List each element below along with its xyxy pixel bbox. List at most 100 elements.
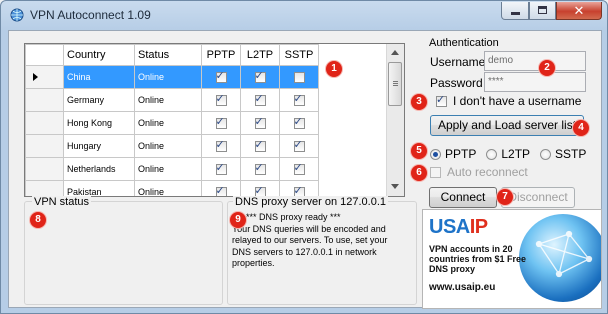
column-header-country[interactable]: Country	[63, 44, 135, 66]
sstp-checkbox[interactable]: ✓	[293, 115, 305, 129]
check-icon: ✓	[215, 92, 225, 105]
cell-pptp[interactable]: ✓	[201, 111, 241, 135]
password-field[interactable]: ****	[484, 72, 586, 92]
ad-url[interactable]: www.usaip.eu	[429, 282, 495, 293]
cell-status[interactable]: Online	[134, 111, 202, 135]
minimize-icon	[511, 12, 520, 15]
username-field[interactable]: demo	[484, 51, 586, 71]
pptp-checkbox[interactable]: ✓	[215, 92, 227, 106]
cell-sstp[interactable]: ✓	[279, 111, 319, 135]
close-button[interactable]: ✕	[556, 2, 602, 20]
close-icon: ✕	[573, 3, 585, 18]
cell-country[interactable]: Germany	[63, 88, 135, 112]
table-row[interactable]: Germany Online ✓ ✓ ✓	[25, 88, 319, 112]
table-row[interactable]: Netherlands Online ✓ ✓ ✓	[25, 157, 319, 181]
l2tp-checkbox[interactable]: ✓	[254, 93, 266, 106]
minimize-button[interactable]	[501, 2, 529, 20]
column-header-l2tp[interactable]: L2TP	[240, 44, 280, 66]
l2tp-checkbox[interactable]: ✓	[254, 69, 266, 83]
l2tp-checkbox[interactable]: ✓	[254, 116, 266, 129]
dns-log-line: *** DNS proxy ready ***	[246, 212, 341, 222]
no-username-option[interactable]: ✓ I don't have a username	[436, 94, 581, 108]
row-header-corner	[25, 44, 64, 66]
radio-sstp-label[interactable]: SSTP	[555, 147, 586, 161]
pptp-checkbox[interactable]: ✓	[215, 116, 227, 129]
cell-sstp[interactable]	[279, 65, 319, 89]
auto-reconnect-checkbox[interactable]	[430, 166, 441, 178]
check-icon: ✓	[254, 69, 264, 82]
cell-sstp[interactable]: ✓	[279, 180, 319, 196]
cell-l2tp[interactable]: ✓	[240, 65, 280, 89]
cell-country[interactable]: Hong Kong	[63, 111, 135, 135]
cell-status[interactable]: Online	[134, 65, 202, 89]
radio-pptp[interactable]	[430, 148, 441, 160]
auto-reconnect-option[interactable]: Auto reconnect	[430, 165, 528, 179]
radio-sstp[interactable]	[540, 148, 552, 160]
cell-l2tp[interactable]: ✓	[240, 180, 280, 196]
sstp-checkbox[interactable]: ✓	[293, 139, 305, 152]
column-header-pptp[interactable]: PPTP	[201, 44, 241, 66]
column-header-sstp[interactable]: SSTP	[279, 44, 319, 66]
table-row[interactable]: China Online ✓ ✓	[25, 65, 319, 89]
maximize-button[interactable]	[529, 2, 556, 20]
cell-country[interactable]: Hungary	[63, 134, 135, 158]
pptp-checkbox[interactable]: ✓	[215, 139, 227, 152]
cell-sstp[interactable]: ✓	[279, 157, 319, 181]
password-label: Password	[430, 76, 483, 90]
cell-status[interactable]: Online	[134, 88, 202, 112]
cell-status[interactable]: Online	[134, 134, 202, 158]
radio-l2tp[interactable]	[486, 148, 498, 160]
row-header[interactable]	[25, 157, 64, 181]
sstp-checkbox[interactable]: ✓	[293, 162, 305, 175]
scroll-thumb[interactable]	[388, 62, 402, 106]
cell-country[interactable]: China	[63, 65, 135, 89]
cell-pptp[interactable]: ✓	[201, 157, 241, 181]
usaip-ad-banner[interactable]: USAIP VPN accounts in 20 countries from …	[422, 209, 602, 309]
sstp-checkbox[interactable]	[293, 71, 305, 83]
auth-group-title: Authentication	[427, 37, 501, 49]
no-username-label: I don't have a username	[453, 94, 582, 108]
radio-pptp-label[interactable]: PPTP	[445, 147, 476, 161]
column-header-status[interactable]: Status	[134, 44, 202, 66]
row-header[interactable]	[25, 65, 64, 89]
cell-sstp[interactable]: ✓	[279, 134, 319, 158]
row-header[interactable]	[25, 111, 64, 135]
check-icon: ✓	[293, 115, 303, 128]
pptp-checkbox[interactable]: ✓	[215, 70, 227, 83]
scroll-up-icon[interactable]	[391, 50, 399, 55]
pptp-checkbox[interactable]: ✓	[215, 162, 227, 175]
cell-sstp[interactable]: ✓	[279, 88, 319, 112]
table-row[interactable]: Hong Kong Online ✓ ✓ ✓	[25, 111, 319, 135]
grid-scrollbar[interactable]	[386, 44, 404, 196]
l2tp-checkbox[interactable]: ✓	[254, 139, 266, 152]
auto-reconnect-label: Auto reconnect	[447, 165, 528, 179]
apply-load-server-list-button[interactable]: Apply and Load server list	[430, 115, 584, 136]
l2tp-checkbox[interactable]: ✓	[254, 162, 266, 175]
row-header[interactable]	[25, 88, 64, 112]
dns-log-line: relayed to our servers. To use, set your	[232, 235, 388, 245]
cell-country[interactable]: Pakistan	[63, 180, 135, 196]
cell-pptp[interactable]: ✓	[201, 180, 241, 196]
sstp-checkbox[interactable]: ✓	[293, 93, 305, 106]
table-row[interactable]: Hungary Online ✓ ✓ ✓	[25, 134, 319, 158]
cell-country[interactable]: Netherlands	[63, 157, 135, 181]
cell-l2tp[interactable]: ✓	[240, 134, 280, 158]
cell-pptp[interactable]: ✓	[201, 134, 241, 158]
no-username-checkbox[interactable]: ✓	[436, 94, 447, 107]
cell-status[interactable]: Online	[134, 180, 202, 196]
cell-pptp[interactable]: ✓	[201, 88, 241, 112]
row-header[interactable]	[25, 134, 64, 158]
cell-l2tp[interactable]: ✓	[240, 88, 280, 112]
cell-l2tp[interactable]: ✓	[240, 111, 280, 135]
cell-status[interactable]: Online	[134, 157, 202, 181]
cell-pptp[interactable]: ✓	[201, 65, 241, 89]
row-header[interactable]	[25, 180, 64, 196]
scroll-down-icon[interactable]	[391, 184, 399, 189]
pptp-checkbox[interactable]: ✓	[215, 185, 227, 196]
server-grid[interactable]: Country Status PPTP L2TP SSTP China Onlin…	[24, 43, 405, 197]
radio-l2tp-label[interactable]: L2TP	[501, 147, 530, 161]
cell-l2tp[interactable]: ✓	[240, 157, 280, 181]
table-row[interactable]: Pakistan Online ✓ ✓ ✓	[25, 180, 319, 196]
title-bar[interactable]: VPN Autoconnect 1.09 ✕	[1, 1, 607, 31]
connect-button[interactable]: Connect	[429, 187, 497, 208]
